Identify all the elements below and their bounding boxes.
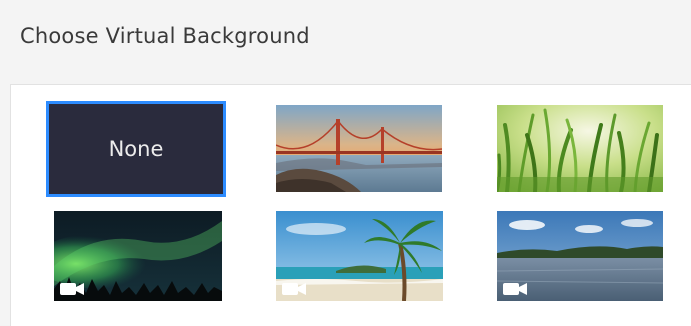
- none-label: None: [108, 137, 164, 161]
- background-option-lake[interactable]: [497, 211, 663, 301]
- virtual-background-panel: Choose Virtual Background None: [0, 0, 691, 326]
- background-grid: None: [10, 84, 691, 326]
- panel-title: Choose Virtual Background: [20, 24, 310, 48]
- background-option-beach[interactable]: [276, 211, 443, 301]
- grass-image: [497, 105, 663, 192]
- golden-gate-image: [276, 105, 442, 192]
- video-camera-icon: [282, 283, 306, 295]
- background-option-none[interactable]: None: [46, 101, 226, 197]
- background-option-golden-gate[interactable]: [276, 105, 442, 192]
- video-camera-icon: [60, 283, 84, 295]
- video-camera-icon: [503, 283, 527, 295]
- background-option-aurora[interactable]: [54, 211, 222, 301]
- background-option-grass[interactable]: [497, 105, 663, 192]
